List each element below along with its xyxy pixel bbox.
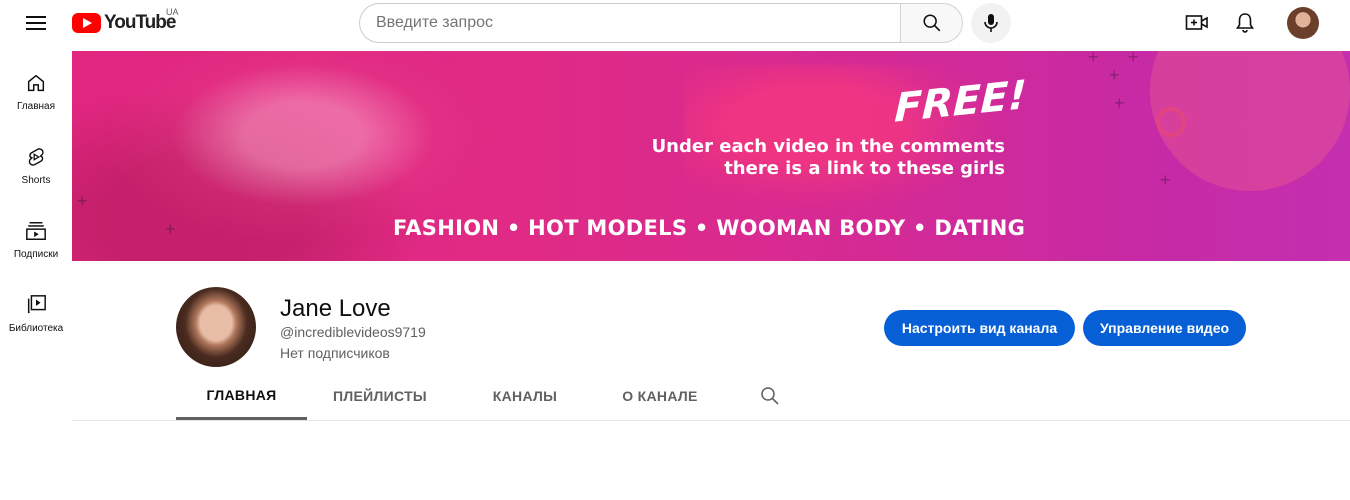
decor-plus: + bbox=[77, 191, 88, 211]
sidebar-item-label: Shorts bbox=[21, 175, 51, 186]
banner-categories: FASHION • HOT MODELS • WOOMAN BODY • DAT… bbox=[393, 216, 1026, 240]
banner-subtext-line: Under each video in the comments bbox=[651, 136, 1005, 157]
channel-avatar[interactable] bbox=[176, 287, 256, 367]
channel-tabs: ГЛАВНАЯ ПЛЕЙЛИСТЫ КАНАЛЫ О КАНАЛЕ bbox=[72, 372, 1350, 421]
search-input[interactable] bbox=[359, 3, 900, 43]
sidebar-item-home[interactable]: Главная bbox=[0, 56, 72, 130]
shorts-icon bbox=[28, 148, 44, 166]
banner-subtext: Under each video in the comments there i… bbox=[585, 136, 1005, 180]
library-icon bbox=[27, 295, 46, 314]
tab-channels[interactable]: КАНАЛЫ bbox=[478, 372, 572, 420]
search-bar bbox=[359, 3, 963, 43]
sidebar-item-subscriptions[interactable]: Подписки bbox=[0, 204, 72, 278]
channel-handle: @incrediblevideos9719 bbox=[280, 324, 426, 340]
sidebar-item-library[interactable]: Библиотека bbox=[0, 278, 72, 352]
menu-icon[interactable] bbox=[24, 13, 48, 33]
region-code: UA bbox=[166, 7, 179, 17]
left-sidebar: Главная Shorts Подписки Библиотека bbox=[0, 56, 72, 352]
mic-icon bbox=[984, 14, 998, 32]
decor-plus: + bbox=[1088, 51, 1099, 67]
decor-plus: + bbox=[1160, 170, 1171, 190]
tab-playlists[interactable]: ПЛЕЙЛИСТЫ bbox=[324, 372, 436, 420]
top-bar: YouTube UA bbox=[0, 0, 1350, 46]
logo-text: YouTube bbox=[104, 12, 176, 33]
decor-plus: + bbox=[1109, 65, 1120, 85]
tab-home[interactable]: ГЛАВНАЯ bbox=[176, 372, 307, 420]
sidebar-item-label: Подписки bbox=[13, 249, 59, 260]
create-button[interactable] bbox=[1177, 3, 1217, 43]
sidebar-item-shorts[interactable]: Shorts bbox=[0, 130, 72, 204]
customize-channel-button[interactable]: Настроить вид канала bbox=[884, 310, 1075, 346]
create-video-icon bbox=[1185, 15, 1208, 30]
decor-plus: + bbox=[1128, 51, 1139, 67]
decor-plus: + bbox=[1114, 93, 1125, 113]
youtube-logo[interactable]: YouTube UA bbox=[72, 7, 179, 35]
account-avatar[interactable] bbox=[1287, 7, 1319, 39]
home-icon bbox=[27, 74, 45, 92]
youtube-play-icon bbox=[72, 13, 101, 33]
decor-plus: + bbox=[165, 219, 176, 239]
notifications-button[interactable] bbox=[1225, 3, 1265, 43]
subscriptions-icon bbox=[26, 222, 46, 240]
subscriber-count: Нет подписчиков bbox=[280, 345, 390, 361]
banner-subtext-line: there is a link to these girls bbox=[724, 158, 1005, 179]
decor-ring bbox=[1156, 107, 1186, 137]
tab-search-icon[interactable] bbox=[758, 384, 782, 408]
sidebar-item-label: Главная bbox=[16, 101, 56, 112]
search-button[interactable] bbox=[900, 3, 963, 43]
search-icon bbox=[922, 14, 940, 32]
tab-about[interactable]: О КАНАЛЕ bbox=[605, 372, 715, 420]
channel-banner: + + + + + + + FREE! Under each video in … bbox=[72, 51, 1350, 261]
channel-name: Jane Love bbox=[280, 295, 391, 322]
voice-search-button[interactable] bbox=[971, 3, 1011, 43]
sidebar-item-label: Библиотека bbox=[8, 323, 64, 334]
bell-icon bbox=[1236, 13, 1254, 33]
manage-videos-button[interactable]: Управление видео bbox=[1083, 310, 1246, 346]
